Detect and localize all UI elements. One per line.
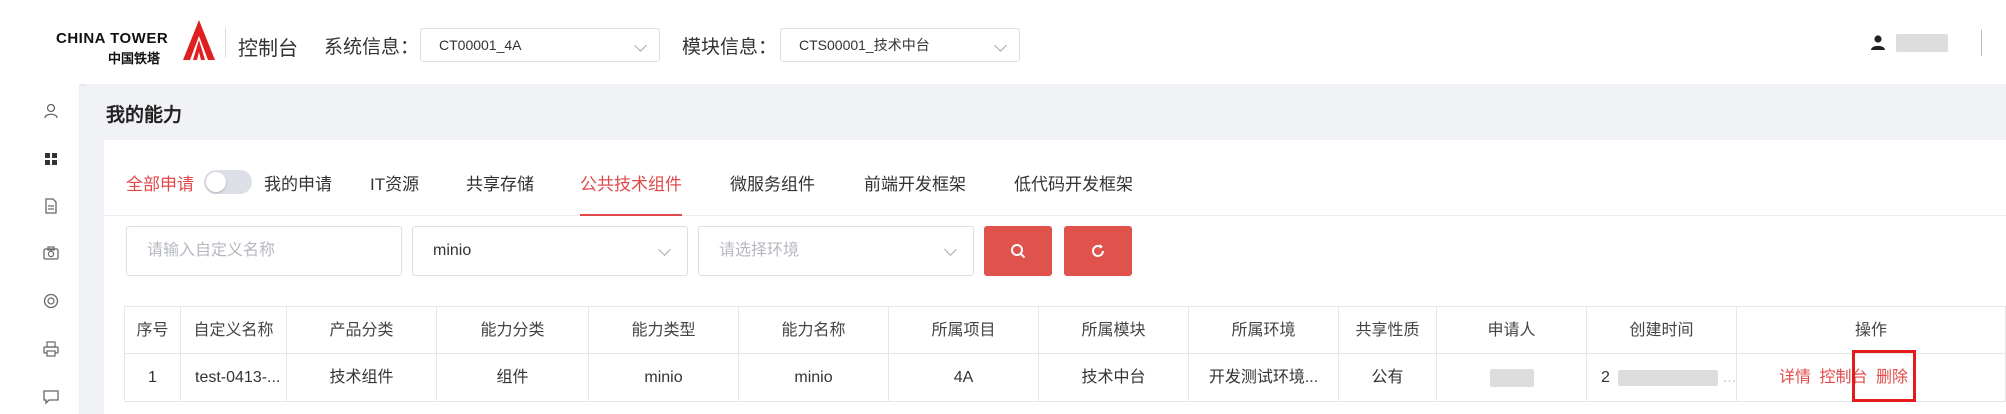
- environment-select-placeholder: 请选择环境: [719, 242, 800, 259]
- cell-applicant: [1436, 354, 1586, 402]
- refresh-icon: [1092, 244, 1104, 257]
- chevron-down-icon: [994, 39, 1007, 52]
- header-product-category: 产品分类: [286, 307, 436, 355]
- cell-index: 1: [124, 354, 180, 402]
- printer-icon[interactable]: [42, 340, 60, 358]
- applicant-redacted: [1489, 368, 1534, 387]
- environment-select[interactable]: 请选择环境: [698, 226, 974, 276]
- page-title: 我的能力: [106, 105, 183, 126]
- tab-it-resources[interactable]: IT资源: [370, 170, 419, 216]
- support-icon[interactable]: [42, 292, 60, 310]
- header-applicant: 申请人: [1436, 307, 1586, 355]
- system-label: 系统信息：: [324, 37, 420, 58]
- requests-toggle[interactable]: [204, 170, 252, 194]
- user-icon[interactable]: [42, 102, 60, 120]
- cell-product-category: 技术组件: [286, 354, 436, 402]
- toggle-knob: [206, 172, 226, 192]
- cell-capability-type: minio: [588, 354, 738, 402]
- created-time-prefix: 2: [1601, 369, 1610, 386]
- main-card: 全部申请 我的申请 IT资源 共享存储 公共技术组件 微服务组件 前端开发框架 …: [104, 140, 2006, 414]
- logo-text-cn: 中国铁塔: [108, 51, 161, 66]
- tab-microservice-components[interactable]: 微服务组件: [730, 170, 815, 216]
- search-button[interactable]: [984, 226, 1052, 276]
- cell-custom-name: test-0413-...: [180, 354, 286, 402]
- cell-project: 4A: [888, 354, 1038, 402]
- header-divider: [225, 28, 226, 58]
- message-icon[interactable]: [42, 388, 60, 406]
- header-share-type: 共享性质: [1338, 307, 1436, 355]
- cell-created-time: 2 ...: [1586, 354, 1736, 402]
- console-title: 控制台: [238, 38, 298, 60]
- module-select[interactable]: CTS00001_技术中台: [780, 28, 1020, 62]
- tower-logo-icon: [183, 20, 215, 60]
- header-actions: 操作: [1736, 307, 2006, 355]
- component-select[interactable]: minio: [412, 226, 688, 276]
- tab-shared-storage[interactable]: 共享存储: [466, 170, 534, 216]
- created-time-redacted: [1618, 369, 1719, 386]
- component-select-value: minio: [433, 242, 472, 259]
- page-title-bar: 我的能力: [86, 84, 2006, 140]
- header-created-time: 创建时间: [1586, 307, 1736, 355]
- document-icon[interactable]: [42, 197, 60, 215]
- module-label: 模块信息：: [682, 37, 778, 58]
- table-row: 1 test-0413-... 技术组件 组件 minio minio 4A 技…: [124, 354, 2006, 402]
- grid-icon[interactable]: [42, 150, 60, 168]
- system-select[interactable]: CT00001_4A: [420, 28, 660, 62]
- header-divider-right: [1981, 30, 1982, 56]
- custom-name-input[interactable]: 请输入自定义名称: [126, 226, 402, 276]
- tab-lowcode-frameworks[interactable]: 低代码开发框架: [1014, 170, 1133, 216]
- detail-link[interactable]: 详情: [1779, 369, 1811, 386]
- header-module: 所属模块: [1038, 307, 1188, 355]
- cell-capability-category: 组件: [436, 354, 588, 402]
- china-tower-logo[interactable]: CHINA TOWER 中国铁塔: [56, 18, 216, 66]
- cell-share-type: 公有: [1338, 354, 1436, 402]
- module-select-value: CTS00001_技术中台: [799, 37, 930, 53]
- user-icon: [1871, 35, 1885, 50]
- search-icon: [1011, 244, 1026, 259]
- header-capability-type: 能力类型: [588, 307, 738, 355]
- cell-environment: 开发测试环境...: [1188, 354, 1338, 402]
- tabs-row: 全部申请 我的申请 IT资源 共享存储 公共技术组件 微服务组件 前端开发框架 …: [104, 170, 2006, 216]
- all-requests-label[interactable]: 全部申请: [126, 170, 194, 195]
- header-capability-name: 能力名称: [738, 307, 888, 355]
- camera-icon[interactable]: [42, 244, 60, 262]
- chevron-down-icon: [944, 243, 957, 256]
- tab-public-tech-components[interactable]: 公共技术组件: [580, 170, 682, 216]
- my-requests-label[interactable]: 我的申请: [264, 170, 332, 195]
- cell-module: 技术中台: [1038, 354, 1188, 402]
- table-header-row: 序号 自定义名称 产品分类 能力分类 能力类型 能力名称 所属项目 所属模块 所…: [124, 306, 2006, 355]
- logo-text-en: CHINA TOWER: [56, 30, 169, 47]
- chevron-down-icon: [658, 243, 671, 256]
- sidebar: [0, 84, 80, 414]
- header-index: 序号: [124, 307, 180, 355]
- top-header: CHINA TOWER 中国铁塔 控制台 系统信息： CT00001_4A 模块…: [0, 0, 2006, 84]
- reset-button[interactable]: [1064, 226, 1132, 276]
- header-capability-category: 能力分类: [436, 307, 588, 355]
- tab-frontend-frameworks[interactable]: 前端开发框架: [864, 170, 966, 216]
- header-custom-name: 自定义名称: [180, 307, 286, 355]
- system-select-value: CT00001_4A: [439, 37, 522, 53]
- console-link-highlight: [1852, 350, 1916, 402]
- user-name-redacted: [1896, 34, 1948, 52]
- header-project: 所属项目: [888, 307, 1038, 355]
- header-environment: 所属环境: [1188, 307, 1338, 355]
- chevron-down-icon: [634, 39, 647, 52]
- cell-capability-name: minio: [738, 354, 888, 402]
